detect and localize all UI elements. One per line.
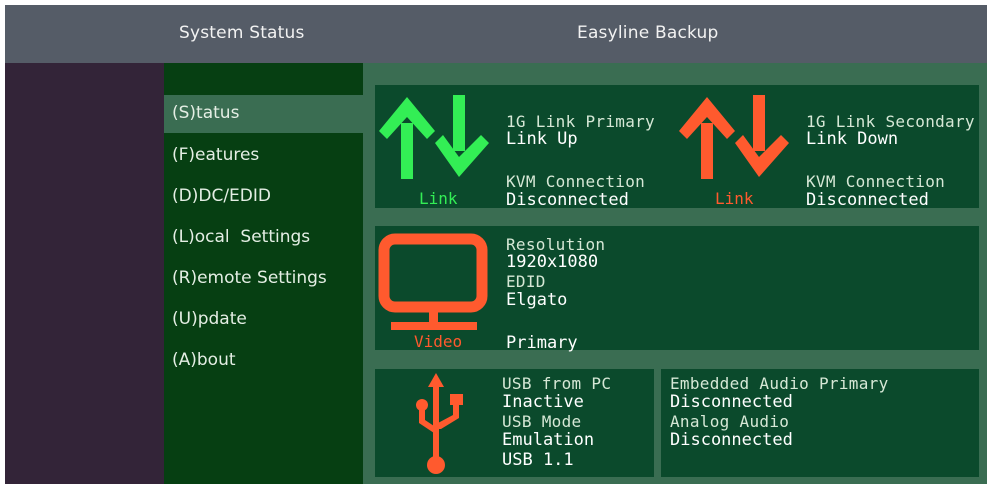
video-source: Primary bbox=[506, 333, 578, 353]
page-title: System Status bbox=[179, 23, 305, 43]
usb-from-pc-label: USB from PC bbox=[502, 374, 612, 393]
usb-version: USB 1.1 bbox=[502, 450, 574, 470]
video-caption: Video bbox=[414, 332, 463, 351]
kvm-primary-label: KVM Connection bbox=[506, 172, 646, 191]
menu-item-features[interactable]: (F)eatures bbox=[172, 145, 259, 165]
link-primary-caption: Link bbox=[419, 189, 458, 208]
analog-audio-value: Disconnected bbox=[670, 430, 793, 450]
kvm-primary-value: Disconnected bbox=[506, 190, 629, 210]
menu-item-ddc-edid[interactable]: (D)DC/EDID bbox=[172, 186, 271, 206]
embedded-audio-label: Embedded Audio Primary bbox=[670, 374, 889, 393]
video-status-panel: Video Resolution 1920x1080 EDID Elgato P… bbox=[375, 226, 979, 353]
link-status-panel: Link 1G Link Primary Link Up KVM Connect… bbox=[375, 85, 979, 210]
title-bar: System Status Easyline Backup bbox=[5, 5, 987, 63]
edid-label: EDID bbox=[506, 272, 546, 291]
usb-from-pc-value: Inactive bbox=[502, 392, 584, 412]
kvm-secondary-value: Disconnected bbox=[806, 190, 929, 210]
kvm-secondary-label: KVM Connection bbox=[806, 172, 946, 191]
usb-status-panel: USB from PC Inactive USB Mode Emulation … bbox=[375, 369, 654, 477]
link-secondary-status: Link Down bbox=[806, 129, 899, 149]
menu-item-remote-settings[interactable]: (R)emote Settings bbox=[172, 268, 327, 288]
link-down-arrows-icon bbox=[679, 95, 789, 179]
menu-item-status[interactable]: (S)tatus bbox=[172, 103, 239, 123]
audio-status-panel: Embedded Audio Primary Disconnected Anal… bbox=[661, 369, 979, 477]
menu-item-update[interactable]: (U)pdate bbox=[172, 309, 247, 329]
embedded-audio-value: Disconnected bbox=[670, 392, 793, 412]
app-window: System Status Easyline Backup (S)tatus (… bbox=[5, 5, 987, 484]
usb-mode-label: USB Mode bbox=[502, 412, 582, 431]
link-primary-status: Link Up bbox=[506, 129, 578, 149]
usb-icon bbox=[416, 373, 463, 474]
menu-item-about[interactable]: (A)bout bbox=[172, 350, 236, 370]
link-secondary-caption: Link bbox=[715, 189, 754, 208]
edid-value: Elgato bbox=[506, 290, 568, 310]
sidebar-menu: (S)tatus (F)eatures (D)DC/EDID (L)ocal S… bbox=[164, 63, 363, 484]
resolution-value: 1920x1080 bbox=[506, 252, 599, 272]
link-up-arrows-icon bbox=[379, 95, 489, 179]
device-name: Easyline Backup bbox=[577, 23, 719, 43]
usb-mode-value: Emulation bbox=[502, 430, 595, 450]
menu-item-local-settings[interactable]: (L)ocal Settings bbox=[172, 227, 310, 247]
analog-audio-label: Analog Audio bbox=[670, 412, 790, 431]
left-gutter bbox=[5, 63, 164, 484]
monitor-icon bbox=[378, 233, 488, 330]
